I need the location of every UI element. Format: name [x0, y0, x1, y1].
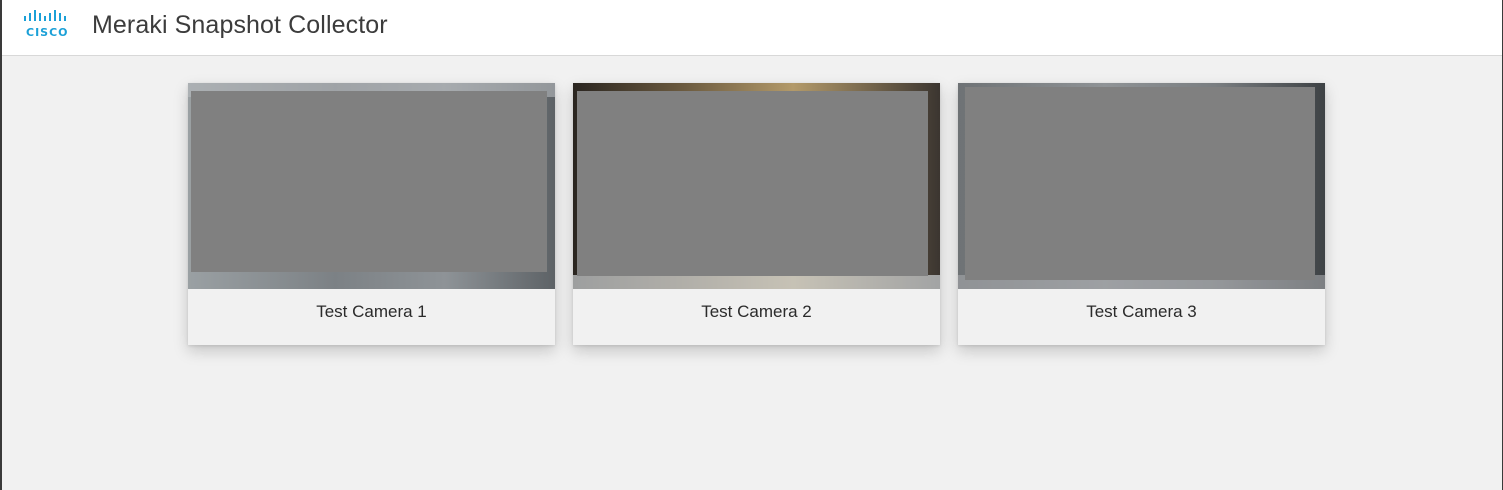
camera-snapshot[interactable] [958, 83, 1325, 289]
app-title: Meraki Snapshot Collector [92, 11, 388, 39]
cisco-logo[interactable]: CISCO [22, 9, 76, 41]
camera-snapshot[interactable] [188, 83, 555, 289]
camera-snapshot[interactable] [573, 83, 940, 289]
camera-name: Test Camera 3 [1086, 302, 1197, 321]
redacted-area [191, 91, 547, 272]
logo-wordmark: CISCO [26, 26, 69, 39]
redacted-area [965, 87, 1315, 280]
app-header: CISCO Meraki Snapshot Collector [2, 0, 1502, 56]
camera-name: Test Camera 1 [316, 302, 427, 321]
app-window: CISCO Meraki Snapshot Collector Test Cam… [0, 0, 1503, 490]
cisco-bars-icon [24, 10, 66, 21]
camera-card[interactable]: Test Camera 2 [573, 83, 940, 345]
camera-grid: Test Camera 1 Test Camera 2 Test Camera … [188, 83, 1325, 345]
camera-card[interactable]: Test Camera 1 [188, 83, 555, 345]
camera-name: Test Camera 2 [701, 302, 812, 321]
redacted-area [577, 91, 928, 276]
camera-card[interactable]: Test Camera 3 [958, 83, 1325, 345]
